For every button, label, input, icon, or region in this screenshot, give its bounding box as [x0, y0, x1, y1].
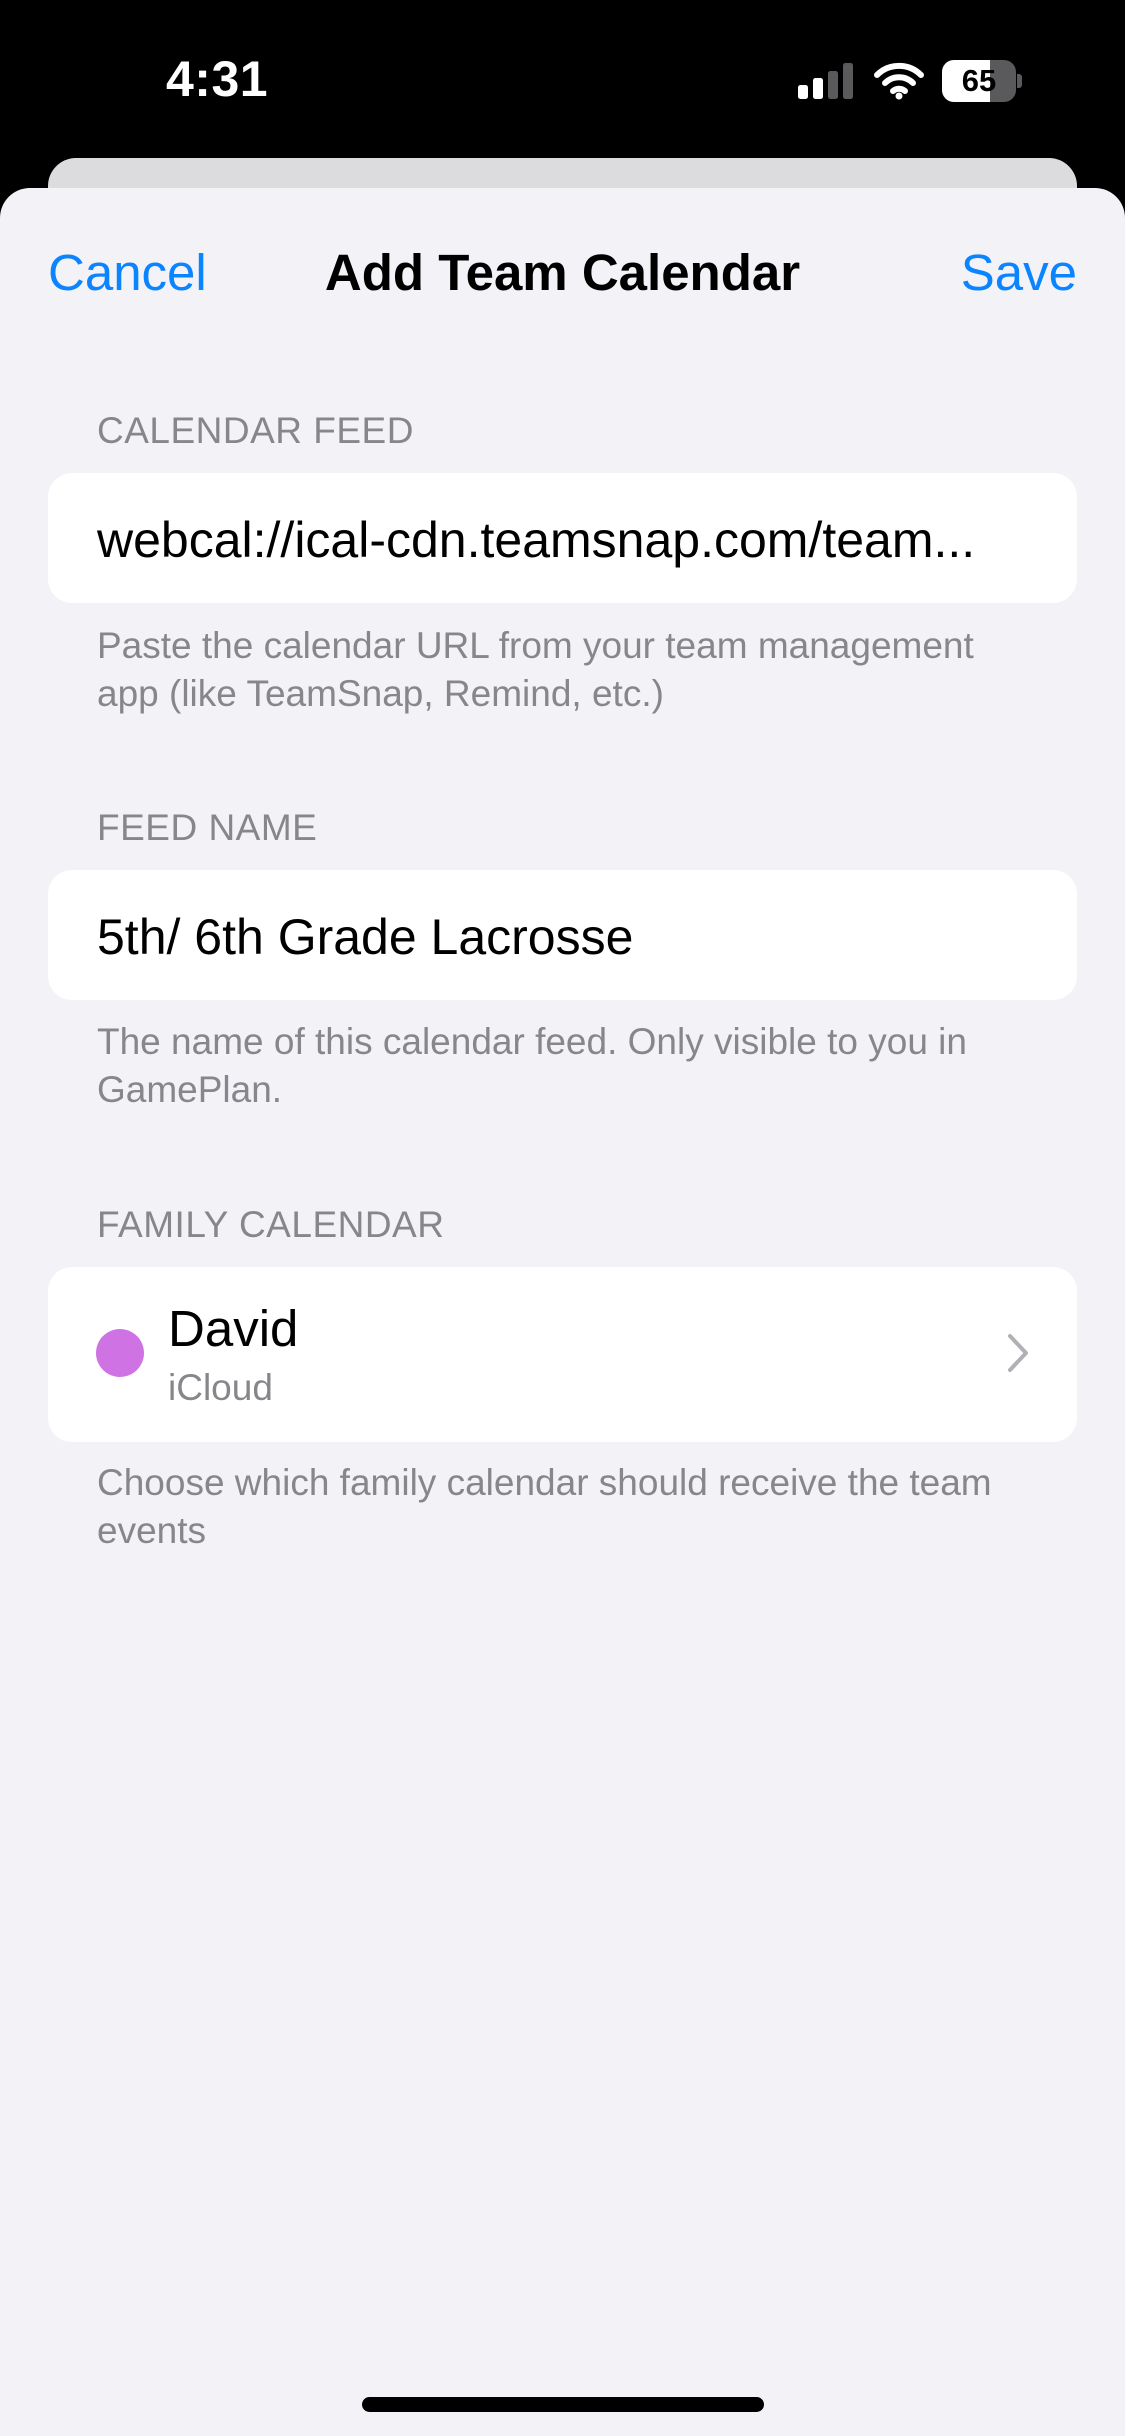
feed-name-footer: The name of this calendar feed. Only vis… [97, 1021, 967, 1110]
calendar-feed-header: CALENDAR FEED [97, 410, 414, 451]
status-time: 4:31 [166, 51, 269, 107]
battery-level: 65 [961, 63, 997, 98]
family-calendar-row[interactable]: David iCloud [48, 1267, 1077, 1442]
family-calendar-footer: Choose which family calendar should rece… [97, 1462, 992, 1551]
feed-name-header: FEED NAME [97, 807, 318, 848]
navigation-bar: Add Team Calendar Cancel Save [0, 188, 1125, 358]
family-calendar-header: FAMILY CALENDAR [97, 1204, 445, 1245]
cancel-button[interactable]: Cancel [48, 243, 207, 302]
status-bar: 4:31 65 [0, 0, 1125, 160]
family-calendar-name: David [168, 1300, 299, 1357]
cellular-signal-icon [798, 63, 853, 99]
battery-icon: 65 [942, 60, 1022, 102]
status-icons: 65 [798, 60, 1022, 102]
calendar-color-dot [96, 1329, 144, 1377]
home-indicator[interactable] [362, 2397, 764, 2412]
chevron-right-icon [1008, 1334, 1028, 1372]
add-team-calendar-sheet: Add Team Calendar Cancel Save CALENDAR F… [0, 188, 1125, 2436]
wifi-icon [874, 62, 924, 100]
feed-name-field[interactable]: 5th/ 6th Grade Lacrosse [48, 870, 1077, 1000]
calendar-feed-footer: Paste the calendar URL from your team ma… [97, 625, 974, 714]
family-calendar-source: iCloud [168, 1367, 273, 1408]
calendar-feed-url-input[interactable]: webcal://ical-cdn.teamsnap.com/team... [97, 511, 1017, 569]
feed-name-input[interactable]: 5th/ 6th Grade Lacrosse [97, 908, 1017, 966]
calendar-feed-field[interactable]: webcal://ical-cdn.teamsnap.com/team... [48, 473, 1077, 603]
save-button[interactable]: Save [961, 243, 1077, 302]
